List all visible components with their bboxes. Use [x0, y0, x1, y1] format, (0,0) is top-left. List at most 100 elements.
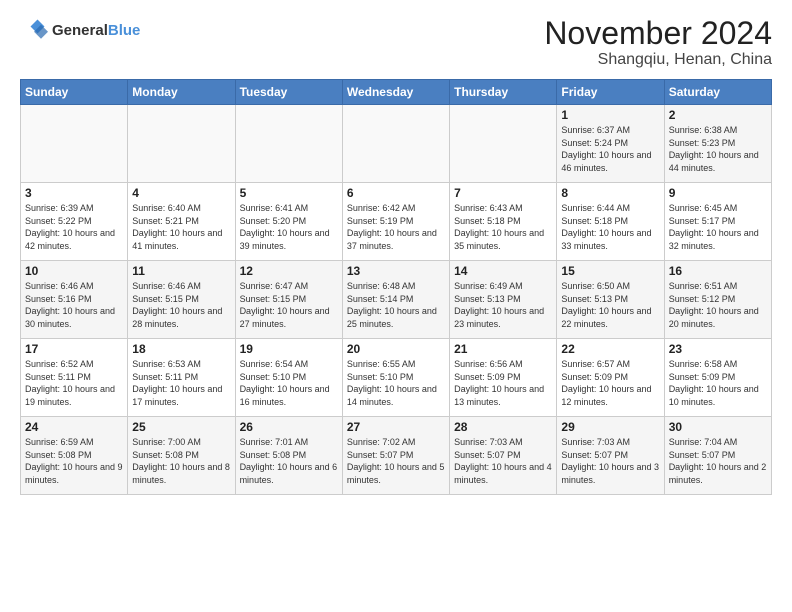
weekday-wednesday: Wednesday: [342, 80, 449, 105]
day-number: 22: [561, 342, 659, 356]
empty-cell: [450, 105, 557, 183]
day-info: Sunrise: 6:50 AM Sunset: 5:13 PM Dayligh…: [561, 280, 659, 330]
day-info: Sunrise: 6:54 AM Sunset: 5:10 PM Dayligh…: [240, 358, 338, 408]
week-row-3: 10 Sunrise: 6:46 AM Sunset: 5:16 PM Dayli…: [21, 261, 772, 339]
day-info: Sunrise: 7:02 AM Sunset: 5:07 PM Dayligh…: [347, 436, 445, 486]
day-number: 19: [240, 342, 338, 356]
day-info: Sunrise: 6:49 AM Sunset: 5:13 PM Dayligh…: [454, 280, 552, 330]
day-number: 8: [561, 186, 659, 200]
day-number: 28: [454, 420, 552, 434]
day-number: 7: [454, 186, 552, 200]
day-cell-21: 21 Sunrise: 6:56 AM Sunset: 5:09 PM Dayli…: [450, 339, 557, 417]
day-number: 10: [25, 264, 123, 278]
day-cell-25: 25 Sunrise: 7:00 AM Sunset: 5:08 PM Dayli…: [128, 417, 235, 495]
day-number: 6: [347, 186, 445, 200]
day-info: Sunrise: 6:58 AM Sunset: 5:09 PM Dayligh…: [669, 358, 767, 408]
day-info: Sunrise: 6:39 AM Sunset: 5:22 PM Dayligh…: [25, 202, 123, 252]
day-info: Sunrise: 6:47 AM Sunset: 5:15 PM Dayligh…: [240, 280, 338, 330]
month-title: November 2024: [544, 16, 772, 51]
day-number: 17: [25, 342, 123, 356]
empty-cell: [342, 105, 449, 183]
day-info: Sunrise: 7:04 AM Sunset: 5:07 PM Dayligh…: [669, 436, 767, 486]
day-number: 11: [132, 264, 230, 278]
day-number: 24: [25, 420, 123, 434]
day-cell-23: 23Sunrise: 6:58 AM Sunset: 5:09 PM Dayli…: [664, 339, 771, 417]
day-info: Sunrise: 6:43 AM Sunset: 5:18 PM Dayligh…: [454, 202, 552, 252]
day-number: 18: [132, 342, 230, 356]
day-number: 4: [132, 186, 230, 200]
day-number: 3: [25, 186, 123, 200]
day-number: 27: [347, 420, 445, 434]
day-cell-17: 17 Sunrise: 6:52 AM Sunset: 5:11 PM Dayli…: [21, 339, 128, 417]
day-cell-13: 13 Sunrise: 6:48 AM Sunset: 5:14 PM Dayli…: [342, 261, 449, 339]
day-cell-11: 11Sunrise: 6:46 AM Sunset: 5:15 PM Dayli…: [128, 261, 235, 339]
weekday-sunday: Sunday: [21, 80, 128, 105]
day-cell-28: 28Sunrise: 7:03 AM Sunset: 5:07 PM Dayli…: [450, 417, 557, 495]
day-number: 9: [669, 186, 767, 200]
page: GeneralBlue November 2024 Shangqiu, Hena…: [0, 0, 792, 612]
day-info: Sunrise: 6:41 AM Sunset: 5:20 PM Dayligh…: [240, 202, 338, 252]
day-info: Sunrise: 7:01 AM Sunset: 5:08 PM Dayligh…: [240, 436, 338, 486]
day-cell-10: 10 Sunrise: 6:46 AM Sunset: 5:16 PM Dayli…: [21, 261, 128, 339]
day-info: Sunrise: 6:56 AM Sunset: 5:09 PM Dayligh…: [454, 358, 552, 408]
day-cell-14: 14Sunrise: 6:49 AM Sunset: 5:13 PM Dayli…: [450, 261, 557, 339]
day-number: 25: [132, 420, 230, 434]
day-cell-4: 4 Sunrise: 6:40 AM Sunset: 5:21 PM Daylig…: [128, 183, 235, 261]
day-number: 12: [240, 264, 338, 278]
day-info: Sunrise: 6:45 AM Sunset: 5:17 PM Dayligh…: [669, 202, 767, 252]
day-info: Sunrise: 6:44 AM Sunset: 5:18 PM Dayligh…: [561, 202, 659, 252]
logo: GeneralBlue: [20, 16, 140, 44]
week-row-4: 17 Sunrise: 6:52 AM Sunset: 5:11 PM Dayli…: [21, 339, 772, 417]
day-info: Sunrise: 7:00 AM Sunset: 5:08 PM Dayligh…: [132, 436, 230, 486]
week-row-1: 1Sunrise: 6:37 AM Sunset: 5:24 PM Daylig…: [21, 105, 772, 183]
empty-cell: [128, 105, 235, 183]
header: GeneralBlue November 2024 Shangqiu, Hena…: [20, 16, 772, 69]
day-number: 30: [669, 420, 767, 434]
location: Shangqiu, Henan, China: [544, 51, 772, 69]
day-number: 5: [240, 186, 338, 200]
day-cell-7: 7 Sunrise: 6:43 AM Sunset: 5:18 PM Daylig…: [450, 183, 557, 261]
day-cell-20: 20 Sunrise: 6:55 AM Sunset: 5:10 PM Dayli…: [342, 339, 449, 417]
day-info: Sunrise: 6:38 AM Sunset: 5:23 PM Dayligh…: [669, 124, 767, 174]
day-cell-19: 19 Sunrise: 6:54 AM Sunset: 5:10 PM Dayli…: [235, 339, 342, 417]
empty-cell: [21, 105, 128, 183]
day-info: Sunrise: 6:52 AM Sunset: 5:11 PM Dayligh…: [25, 358, 123, 408]
weekday-saturday: Saturday: [664, 80, 771, 105]
week-row-2: 3 Sunrise: 6:39 AM Sunset: 5:22 PM Daylig…: [21, 183, 772, 261]
day-info: Sunrise: 6:40 AM Sunset: 5:21 PM Dayligh…: [132, 202, 230, 252]
calendar: SundayMondayTuesdayWednesdayThursdayFrid…: [20, 79, 772, 495]
day-info: Sunrise: 6:48 AM Sunset: 5:14 PM Dayligh…: [347, 280, 445, 330]
day-number: 29: [561, 420, 659, 434]
day-cell-27: 27 Sunrise: 7:02 AM Sunset: 5:07 PM Dayli…: [342, 417, 449, 495]
day-number: 20: [347, 342, 445, 356]
day-cell-29: 29Sunrise: 7:03 AM Sunset: 5:07 PM Dayli…: [557, 417, 664, 495]
day-cell-18: 18Sunrise: 6:53 AM Sunset: 5:11 PM Dayli…: [128, 339, 235, 417]
day-info: Sunrise: 6:46 AM Sunset: 5:16 PM Dayligh…: [25, 280, 123, 330]
day-cell-12: 12 Sunrise: 6:47 AM Sunset: 5:15 PM Dayli…: [235, 261, 342, 339]
day-number: 21: [454, 342, 552, 356]
day-info: Sunrise: 6:59 AM Sunset: 5:08 PM Dayligh…: [25, 436, 123, 486]
title-block: November 2024 Shangqiu, Henan, China: [544, 16, 772, 69]
day-number: 15: [561, 264, 659, 278]
day-number: 13: [347, 264, 445, 278]
day-info: Sunrise: 6:42 AM Sunset: 5:19 PM Dayligh…: [347, 202, 445, 252]
day-cell-5: 5 Sunrise: 6:41 AM Sunset: 5:20 PM Daylig…: [235, 183, 342, 261]
day-cell-22: 22 Sunrise: 6:57 AM Sunset: 5:09 PM Dayli…: [557, 339, 664, 417]
weekday-tuesday: Tuesday: [235, 80, 342, 105]
day-number: 26: [240, 420, 338, 434]
day-info: Sunrise: 6:55 AM Sunset: 5:10 PM Dayligh…: [347, 358, 445, 408]
day-info: Sunrise: 6:57 AM Sunset: 5:09 PM Dayligh…: [561, 358, 659, 408]
day-number: 1: [561, 108, 659, 122]
day-cell-26: 26 Sunrise: 7:01 AM Sunset: 5:08 PM Dayli…: [235, 417, 342, 495]
day-cell-16: 16Sunrise: 6:51 AM Sunset: 5:12 PM Dayli…: [664, 261, 771, 339]
weekday-monday: Monday: [128, 80, 235, 105]
day-cell-30: 30 Sunrise: 7:04 AM Sunset: 5:07 PM Dayli…: [664, 417, 771, 495]
weekday-header-row: SundayMondayTuesdayWednesdayThursdayFrid…: [21, 80, 772, 105]
weekday-thursday: Thursday: [450, 80, 557, 105]
logo-icon: [20, 16, 48, 44]
day-cell-24: 24 Sunrise: 6:59 AM Sunset: 5:08 PM Dayli…: [21, 417, 128, 495]
day-number: 2: [669, 108, 767, 122]
empty-cell: [235, 105, 342, 183]
day-info: Sunrise: 6:51 AM Sunset: 5:12 PM Dayligh…: [669, 280, 767, 330]
day-cell-2: 2 Sunrise: 6:38 AM Sunset: 5:23 PM Daylig…: [664, 105, 771, 183]
